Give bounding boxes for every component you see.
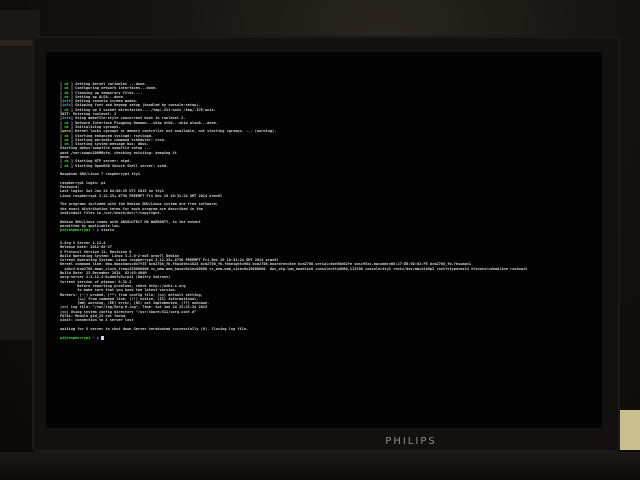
shell-prompt-line[interactable]: pi@raspberrypi ~ $ <box>60 336 600 340</box>
sticker-label <box>620 410 640 450</box>
prompt-path: ~ $ <box>92 335 102 340</box>
boot-message: want /var/swap=100MByte, checking existi… <box>60 150 177 155</box>
prompt-user: pi@raspberrypi <box>60 228 93 233</box>
desk-surface <box>0 452 640 480</box>
terminal-console[interactable]: [ ok ] Setting kernel variables ...done.… <box>60 82 600 340</box>
prompt-user: pi@raspberrypi <box>60 335 93 340</box>
command-text: startx <box>101 228 115 233</box>
shelf-edge <box>0 40 34 46</box>
monitor-screen[interactable]: [ ok ] Setting kernel variables ...done.… <box>46 52 602 428</box>
boot-message: Starting OpenBSD Secure Shell server: ss… <box>75 163 169 168</box>
monitor-brand-logo: PHILIPS <box>385 436 437 447</box>
status-ok: ok <box>62 163 71 168</box>
text-cursor <box>101 336 105 340</box>
prompt-path: ~ $ <box>92 228 102 233</box>
